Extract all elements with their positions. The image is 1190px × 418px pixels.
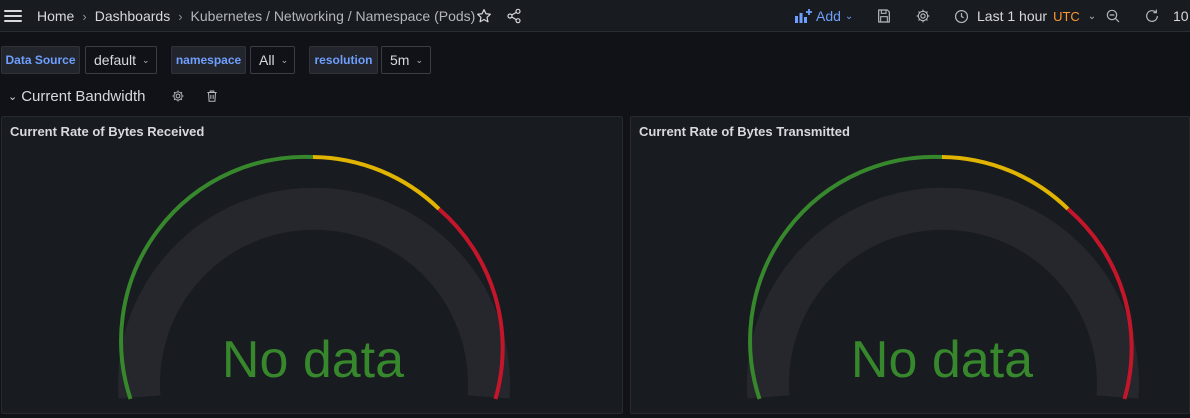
variable-label-data-source: Data Source xyxy=(1,46,80,74)
breadcrumb-dashboards[interactable]: Dashboards xyxy=(95,8,171,24)
chevron-down-icon: ⌄ xyxy=(415,54,423,65)
timezone-label: UTC xyxy=(1053,8,1080,24)
save-icon[interactable] xyxy=(874,6,894,26)
time-range-picker[interactable]: Last 1 hour UTC ⌄ xyxy=(954,0,1096,32)
zoom-out-icon[interactable] xyxy=(1103,6,1123,26)
variable-label-namespace: namespace xyxy=(171,46,246,74)
resolution-value: 5m xyxy=(390,52,410,68)
gauge: No data xyxy=(118,154,510,400)
variable-label-resolution: resolution xyxy=(309,46,378,74)
refresh-icon[interactable] xyxy=(1142,6,1162,26)
resolution-select[interactable]: 5m ⌄ xyxy=(381,46,431,74)
gauge: No data xyxy=(747,154,1139,400)
gauge-value-text: No data xyxy=(222,331,404,389)
chevron-down-icon: ⌄ xyxy=(1087,10,1097,22)
breadcrumb-separator: › xyxy=(82,8,87,24)
add-panel-icon xyxy=(795,9,812,23)
data-source-select[interactable]: default ⌄ xyxy=(85,46,157,74)
gauge-value-text: No data xyxy=(851,331,1033,389)
trash-icon[interactable] xyxy=(202,86,222,106)
star-icon[interactable] xyxy=(474,6,494,26)
chevron-down-icon: ⌄ xyxy=(280,54,289,65)
namespace-select[interactable]: All ⌄ xyxy=(250,46,295,74)
refresh-interval-label[interactable]: 10 xyxy=(1173,0,1189,32)
add-button[interactable]: Add ⌄ xyxy=(794,0,853,32)
data-source-value: default xyxy=(94,52,137,68)
panel-bytes-received: Current Rate of Bytes Received No data xyxy=(1,116,623,414)
gear-icon[interactable] xyxy=(913,6,933,26)
breadcrumb-dashboard-title: Kubernetes / Networking / Namespace (Pod… xyxy=(190,8,476,24)
clock-icon xyxy=(954,9,969,23)
row-gear-icon[interactable] xyxy=(168,86,188,106)
add-button-label: Add xyxy=(816,8,841,24)
breadcrumb-separator: › xyxy=(178,8,183,24)
panel-bytes-transmitted: Current Rate of Bytes Transmitted No dat… xyxy=(630,116,1190,414)
top-nav-bar: Home › Dashboards › Kubernetes / Network… xyxy=(0,0,1190,32)
row-title[interactable]: Current Bandwidth xyxy=(21,88,145,105)
namespace-value: All xyxy=(259,52,275,68)
breadcrumb-home[interactable]: Home xyxy=(37,8,74,24)
chevron-down-icon: ⌄ xyxy=(844,10,854,22)
share-icon[interactable] xyxy=(504,6,524,26)
chevron-down-icon: ⌄ xyxy=(142,54,150,65)
row-header: ⌄ Current Bandwidth xyxy=(8,84,145,108)
breadcrumb: Home › Dashboards › Kubernetes / Network… xyxy=(37,0,475,32)
hamburger-menu-icon[interactable] xyxy=(4,7,22,23)
time-range-label: Last 1 hour xyxy=(977,8,1048,24)
chevron-down-icon[interactable]: ⌄ xyxy=(8,90,17,103)
